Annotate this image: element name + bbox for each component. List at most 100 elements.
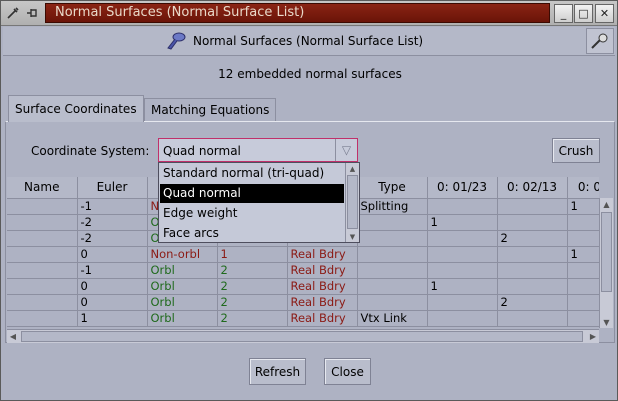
scrollbar-thumb[interactable] xyxy=(347,175,358,229)
close-button[interactable]: Close xyxy=(324,358,371,385)
scroll-down-icon[interactable]: ▼ xyxy=(346,231,359,242)
window-title: Normal Surfaces (Normal Surface List) xyxy=(55,5,305,20)
cell-type xyxy=(357,246,428,263)
scroll-left-icon[interactable]: ◀ xyxy=(7,330,19,343)
cell-quad-02-13 xyxy=(497,278,568,295)
table-row[interactable]: 0 Non-orbl 1 Real Bdry 1 xyxy=(7,246,599,263)
dropdown-option-edge-weight[interactable]: Edge weight xyxy=(160,204,344,223)
scrollbar-thumb[interactable] xyxy=(21,331,583,342)
cell-euler: 0 xyxy=(77,294,148,311)
table-horizontal-scrollbar[interactable]: ◀ ▶ xyxy=(7,329,599,343)
column-header-euler[interactable]: Euler xyxy=(77,177,148,199)
cell-quad-02-13: 2 xyxy=(497,294,568,311)
cell-quad-01-23: 1 xyxy=(427,214,498,231)
dropdown-scrollbar[interactable]: ▲ ▼ xyxy=(345,163,359,242)
crush-button[interactable]: Crush xyxy=(552,138,600,163)
cell-euler: -1 xyxy=(77,262,148,279)
refresh-button[interactable]: Refresh xyxy=(249,358,306,385)
scrollbar-thumb[interactable] xyxy=(601,212,612,292)
table-row[interactable]: 1 Orbl 2 Real Bdry Vtx Link xyxy=(7,310,599,327)
cell-name xyxy=(7,262,78,279)
cell-euler: 1 xyxy=(77,310,148,327)
minimize-icon: _ xyxy=(560,7,567,20)
cell-quad-01-23 xyxy=(427,310,498,327)
scroll-up-icon[interactable]: ▲ xyxy=(346,163,359,174)
dropdown-option-quad-normal[interactable]: Quad normal xyxy=(160,184,344,203)
packet-header: Normal Surfaces (Normal Surface List) xyxy=(3,27,615,56)
scroll-right-icon[interactable]: ▶ xyxy=(587,330,599,343)
cell-euler: -2 xyxy=(77,230,148,247)
minimize-button[interactable]: _ xyxy=(554,4,573,23)
cell-type: Vtx Link xyxy=(357,310,428,327)
cell-quad-03-12: 1 xyxy=(567,246,599,263)
cell-name xyxy=(7,310,78,327)
maximize-icon: □ xyxy=(578,7,589,20)
help-button[interactable] xyxy=(586,28,614,54)
column-header-quad-02-13[interactable]: 0: 02/13 xyxy=(497,177,568,199)
dropdown-option-face-arcs[interactable]: Face arcs xyxy=(160,224,344,243)
cell-orientability: Orbl xyxy=(147,262,218,279)
coordinate-system-label: Coordinate System: xyxy=(31,144,150,158)
cell-type xyxy=(357,262,428,279)
column-header-name[interactable]: Name xyxy=(7,177,78,199)
cell-quad-02-13: 2 xyxy=(497,230,568,247)
cell-orientability: Orbl xyxy=(147,310,218,327)
cell-sides: 1 xyxy=(217,246,288,263)
cell-quad-03-12 xyxy=(567,262,599,279)
cell-quad-03-12: 1 xyxy=(567,198,599,215)
cell-name xyxy=(7,230,78,247)
cell-sides: 2 xyxy=(217,278,288,295)
cell-orientability: Orbl xyxy=(147,278,218,295)
table-row[interactable]: 0 Orbl 2 Real Bdry 1 xyxy=(7,278,599,295)
table-vertical-scrollbar[interactable]: ▲ ▼ xyxy=(599,198,613,328)
maximize-button[interactable]: □ xyxy=(574,4,593,23)
cell-boundary: Real Bdry xyxy=(287,310,358,327)
cell-euler: 0 xyxy=(77,246,148,263)
cell-quad-02-13 xyxy=(497,198,568,215)
normal-surfaces-window: Normal Surfaces (Normal Surface List) _ … xyxy=(0,0,618,401)
cell-name xyxy=(7,214,78,231)
cell-type xyxy=(357,214,428,231)
cell-name xyxy=(7,278,78,295)
surface-count: 12 embedded normal surfaces xyxy=(218,67,402,81)
table-row[interactable]: 0 Orbl 2 Real Bdry 2 xyxy=(7,294,599,311)
column-header-quad-03-12[interactable]: 0: 0 xyxy=(567,177,599,199)
cell-quad-02-13 xyxy=(497,246,568,263)
chevron-down-icon[interactable]: ▽ xyxy=(335,139,357,161)
cell-name xyxy=(7,198,78,215)
cell-quad-03-12 xyxy=(567,278,599,295)
cell-type xyxy=(357,230,428,247)
cell-quad-03-12 xyxy=(567,310,599,327)
header-title: Normal Surfaces (Normal Surface List) xyxy=(193,34,424,48)
cell-quad-01-23: 1 xyxy=(427,278,498,295)
cell-euler: -1 xyxy=(77,198,148,215)
coordinate-system-select[interactable]: Quad normal ▽ xyxy=(158,138,358,162)
cell-orientability: Non-orbl xyxy=(147,246,218,263)
coordinate-system-dropdown[interactable]: Standard normal (tri-quad) Quad normal E… xyxy=(158,162,360,243)
tab-surface-coordinates[interactable]: Surface Coordinates xyxy=(8,95,144,122)
column-header-type[interactable]: Type xyxy=(357,177,428,199)
cell-boundary: Real Bdry xyxy=(287,262,358,279)
normal-surfaces-icon xyxy=(165,30,187,52)
pin-icon[interactable] xyxy=(23,4,41,22)
cell-quad-01-23 xyxy=(427,246,498,263)
column-header-quad-01-23[interactable]: 0: 01/23 xyxy=(427,177,498,199)
window-menu-icon[interactable] xyxy=(4,4,22,22)
cell-orientability: Orbl xyxy=(147,294,218,311)
cell-quad-02-13 xyxy=(497,310,568,327)
cell-quad-03-12 xyxy=(567,230,599,247)
cell-boundary: Real Bdry xyxy=(287,278,358,295)
cell-sides: 2 xyxy=(217,294,288,311)
scroll-down-icon[interactable]: ▼ xyxy=(600,316,613,328)
close-window-button[interactable]: ✕ xyxy=(595,4,614,23)
tab-matching-equations[interactable]: Matching Equations xyxy=(144,98,277,121)
cell-quad-01-23 xyxy=(427,262,498,279)
scroll-up-icon[interactable]: ▲ xyxy=(600,198,613,210)
cell-sides: 2 xyxy=(217,310,288,327)
cell-quad-03-12 xyxy=(567,214,599,231)
close-icon: ✕ xyxy=(599,7,610,20)
cell-quad-01-23 xyxy=(427,198,498,215)
table-row[interactable]: -1 Orbl 2 Real Bdry xyxy=(7,262,599,279)
cell-boundary: Real Bdry xyxy=(287,246,358,263)
dropdown-option-standard-normal[interactable]: Standard normal (tri-quad) xyxy=(160,164,344,183)
